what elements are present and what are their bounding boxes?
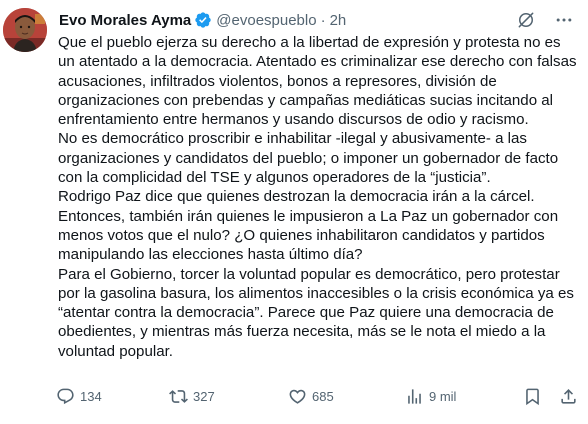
share-button[interactable] (559, 387, 578, 406)
reply-button[interactable]: 134 (56, 387, 102, 406)
share-icon (559, 387, 578, 406)
retweet-icon (169, 387, 188, 406)
verified-badge-icon (194, 11, 212, 29)
bookmark-icon (523, 387, 542, 406)
views-icon (405, 387, 424, 406)
author-handle[interactable]: @evoespueblo (216, 12, 316, 29)
views-button[interactable]: 9 mil (405, 387, 456, 406)
repost-button[interactable]: 327 (169, 387, 215, 406)
views-count: 9 mil (429, 388, 457, 404)
like-count: 685 (312, 388, 334, 404)
tweet-paragraph: Que el pueblo ejerza su derecho a la lib… (58, 34, 577, 129)
post-time[interactable]: 2h (330, 12, 347, 29)
repost-count: 327 (193, 388, 215, 404)
tweet-paragraph: Rodrigo Paz dice que quienes destrozan l… (58, 188, 559, 264)
reply-icon (56, 387, 75, 406)
header-actions (516, 10, 574, 30)
tweet-paragraph: No es democrático proscribir e inhabilit… (58, 130, 559, 187)
heart-icon (288, 387, 307, 406)
avatar[interactable] (3, 8, 47, 52)
separator-dot: · (320, 11, 326, 29)
like-button[interactable]: 685 (288, 387, 334, 406)
display-name[interactable]: Evo Morales Ayma (59, 12, 191, 29)
avatar-image (3, 8, 47, 52)
tweet-paragraph: Para el Gobierno, torcer la voluntad pop… (58, 265, 574, 360)
tweet: Evo Morales Ayma @evoespueblo · 2h Que e… (0, 0, 588, 424)
tweet-actions: 134 327 685 9 mil (56, 385, 576, 407)
no-grok-icon[interactable] (516, 10, 536, 30)
tweet-header: Evo Morales Ayma @evoespueblo · 2h (59, 8, 346, 32)
more-icon[interactable] (554, 10, 574, 30)
bookmark-button[interactable] (523, 387, 542, 406)
tweet-text: Que el pueblo ejerza su derecho a la lib… (58, 33, 578, 361)
reply-count: 134 (80, 388, 102, 404)
